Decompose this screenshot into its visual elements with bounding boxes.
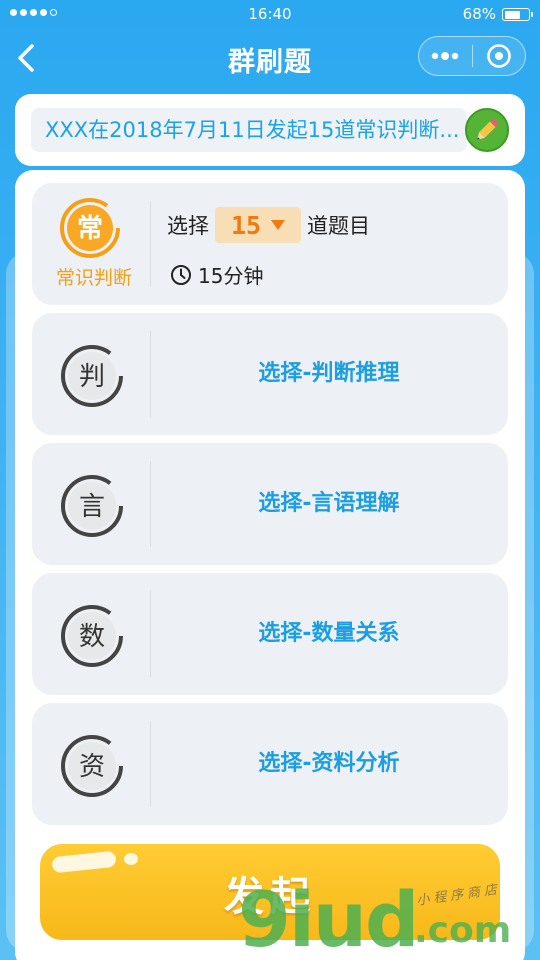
category-card-judgment[interactable]: 判 选择-判断推理 — [32, 313, 508, 435]
title-box: XXX在2018年7月11日发起15道常识判断... — [15, 94, 525, 166]
duration-text: 15分钟 — [198, 264, 264, 288]
more-button[interactable] — [419, 37, 472, 75]
active-category-name: 常识判断 — [55, 267, 132, 289]
status-bar: 16:40 68% — [0, 0, 540, 30]
svg-text:数: 数 — [79, 622, 105, 652]
battery-percent: 68% — [462, 5, 496, 23]
target-close-icon — [486, 44, 511, 68]
launch-label: 发起 — [224, 874, 316, 920]
category-label: 选择-言语理解 — [258, 491, 400, 516]
question-count-row: 选择 15 道题目 — [167, 207, 370, 243]
launch-button[interactable]: 发起 — [40, 844, 500, 940]
select-suffix: 道题目 — [307, 214, 370, 238]
category-label: 选择-数量关系 — [258, 621, 400, 646]
clock-icon — [171, 264, 191, 285]
svg-text:资: 资 — [79, 752, 105, 782]
close-mini-program-button[interactable] — [473, 37, 526, 75]
nav-bar: 群刷题 — [0, 30, 540, 84]
status-time: 16:40 — [248, 5, 292, 23]
pencil-icon — [477, 117, 500, 140]
svg-text:言: 言 — [79, 492, 105, 522]
battery-icon — [502, 8, 533, 21]
duration-row: 15分钟 — [170, 260, 263, 289]
caret-down-icon — [271, 220, 286, 230]
category-label: 选择-资料分析 — [258, 751, 400, 776]
svg-text:判: 判 — [79, 362, 105, 392]
more-dots-icon — [432, 52, 459, 60]
edit-title-button[interactable] — [465, 108, 509, 152]
verbal-badge-icon: 言 — [59, 473, 125, 539]
category-badge-icon: 常 — [59, 197, 121, 259]
data-analysis-badge-icon: 资 — [59, 733, 125, 799]
badge-char: 常 — [77, 214, 103, 244]
mini-program-capsule — [418, 36, 526, 76]
category-card-verbal[interactable]: 言 选择-言语理解 — [32, 443, 508, 565]
category-panel: 常 常识判断 选择 15 道题目 15分钟 判 选择-判断推理 言 选择-言语理… — [15, 170, 525, 960]
quantitative-badge-icon: 数 — [59, 603, 125, 669]
select-prefix: 选择 — [167, 214, 209, 238]
judgment-badge-icon: 判 — [59, 343, 125, 409]
category-card-data-analysis[interactable]: 资 选择-资料分析 — [32, 703, 508, 825]
quiz-title-input[interactable]: XXX在2018年7月11日发起15道常识判断... — [31, 108, 467, 152]
card-separator — [150, 201, 151, 287]
category-card-quantitative[interactable]: 数 选择-数量关系 — [32, 573, 508, 695]
category-label: 选择-判断推理 — [258, 361, 400, 386]
question-count-value: 15 — [230, 210, 262, 240]
category-card-active[interactable]: 常 常识判断 选择 15 道题目 15分钟 — [32, 183, 508, 305]
question-count-select[interactable]: 15 — [215, 207, 301, 243]
